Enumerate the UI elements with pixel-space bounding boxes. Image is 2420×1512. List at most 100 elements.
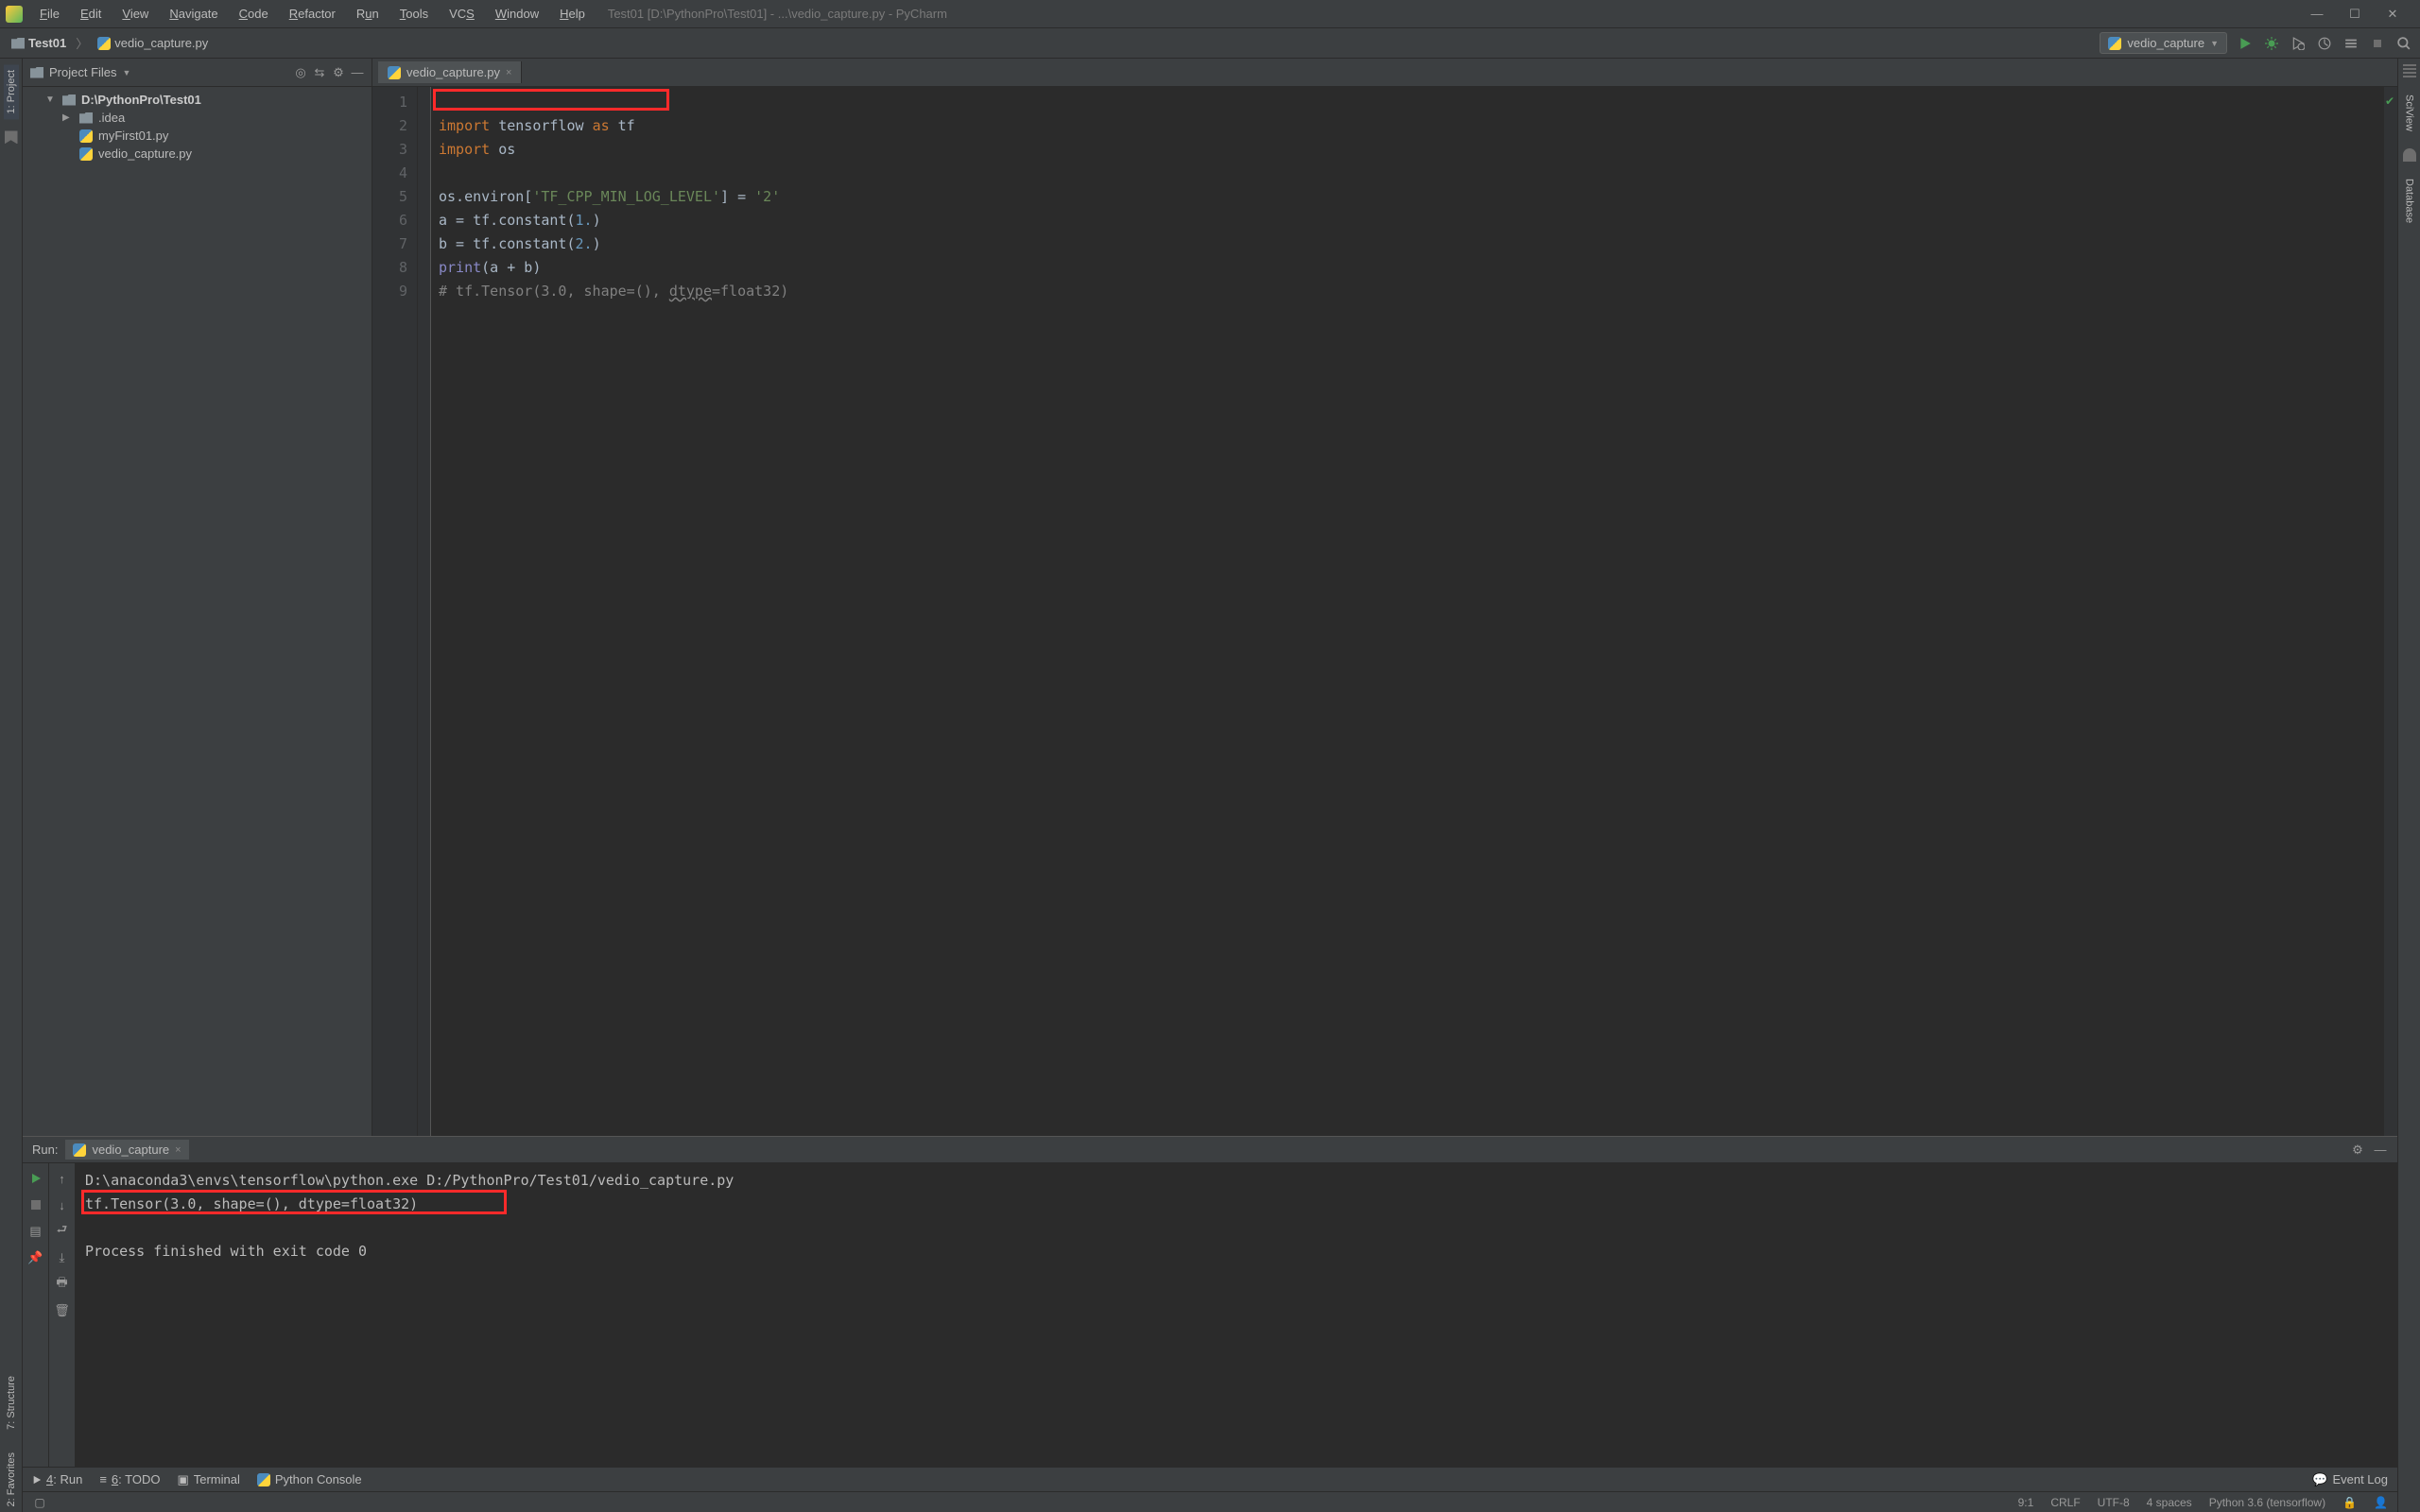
- menu-window[interactable]: Window: [486, 3, 548, 25]
- stop-button[interactable]: [2369, 35, 2386, 52]
- folder-icon: [11, 38, 25, 49]
- bookmark-icon[interactable]: [5, 130, 18, 144]
- line-number: 5: [372, 185, 407, 209]
- navbar: Test01 〉 vedio_capture.py vedio_capture …: [0, 28, 2420, 59]
- tool-todo-tab[interactable]: ≡ 6: TODO: [99, 1472, 160, 1486]
- menu-edit[interactable]: Edit: [71, 3, 111, 25]
- stop-button[interactable]: [28, 1197, 43, 1212]
- tool-database-tab[interactable]: Database: [2402, 173, 2417, 229]
- print-button[interactable]: 🖶: [55, 1277, 70, 1292]
- search-everywhere-button[interactable]: [2395, 35, 2412, 52]
- debug-button[interactable]: [2263, 35, 2280, 52]
- status-line-separator[interactable]: CRLF: [2050, 1496, 2080, 1509]
- tool-python-console-tab[interactable]: Python Console: [257, 1472, 362, 1486]
- close-button[interactable]: ✕: [2380, 7, 2405, 22]
- menu-help[interactable]: Help: [550, 3, 595, 25]
- down-button[interactable]: ↓: [55, 1197, 70, 1212]
- status-interpreter[interactable]: Python 3.6 (tensorflow): [2209, 1496, 2325, 1509]
- window-title: Test01 [D:\PythonPro\Test01] - ...\vedio…: [608, 7, 2303, 21]
- menu-view[interactable]: View: [112, 3, 158, 25]
- folder-icon: [79, 112, 93, 124]
- menu-file[interactable]: File: [30, 3, 69, 25]
- breadcrumb-file-label: vedio_capture.py: [114, 36, 208, 50]
- hide-icon[interactable]: —: [351, 66, 364, 79]
- menu-vcs[interactable]: VCS: [440, 3, 484, 25]
- run-config-selector[interactable]: vedio_capture ▼: [2100, 32, 2227, 54]
- hector-icon[interactable]: 👤: [2374, 1496, 2388, 1509]
- python-file-icon: [79, 129, 93, 143]
- gear-icon[interactable]: ⚙: [2350, 1143, 2365, 1158]
- gear-icon[interactable]: ⚙: [332, 66, 345, 79]
- lock-icon[interactable]: 🔒: [2342, 1496, 2357, 1509]
- python-file-icon: [2108, 37, 2121, 50]
- pin-button[interactable]: 📌: [28, 1250, 43, 1265]
- run-tab-label: vedio_capture: [92, 1143, 169, 1157]
- line-number: 4: [372, 162, 407, 185]
- menu-code[interactable]: Code: [230, 3, 278, 25]
- folder-icon: [62, 94, 76, 106]
- tree-file-myfirst[interactable]: myFirst01.py: [23, 127, 372, 145]
- run-tab[interactable]: vedio_capture ×: [65, 1140, 188, 1160]
- status-caret-pos[interactable]: 9:1: [2018, 1496, 2034, 1509]
- maximize-button[interactable]: ☐: [2342, 7, 2367, 22]
- right-tool-gutter: SciView Database: [2397, 59, 2420, 1512]
- python-file-icon: [257, 1473, 270, 1486]
- project-pane-header: Project Files ▼ ◎ ⇆ ⚙ —: [23, 59, 372, 87]
- database-icon[interactable]: [2403, 148, 2416, 162]
- project-pane: Project Files ▼ ◎ ⇆ ⚙ — ▼ D:\PythonPro\T…: [23, 59, 372, 1136]
- inspection-ok-icon: ✔: [2385, 94, 2394, 108]
- up-button[interactable]: ↑: [55, 1171, 70, 1186]
- python-file-icon: [97, 37, 111, 50]
- hide-icon[interactable]: —: [2373, 1143, 2388, 1158]
- tool-terminal-tab[interactable]: ▣ Terminal: [177, 1472, 239, 1487]
- close-tab-icon[interactable]: ×: [175, 1144, 181, 1156]
- scroll-to-end-button[interactable]: ⤓: [55, 1250, 70, 1265]
- minimize-button[interactable]: —: [2305, 7, 2329, 22]
- breadcrumb: Test01 〉 vedio_capture.py: [8, 34, 212, 52]
- fold-gutter: [418, 87, 431, 1136]
- tool-favorites-tab[interactable]: 2: Favorites: [4, 1447, 19, 1512]
- tool-structure-tab[interactable]: 7: Structure: [4, 1370, 19, 1435]
- profile-button[interactable]: [2316, 35, 2333, 52]
- tree-file-vediocapture[interactable]: vedio_capture.py: [23, 145, 372, 163]
- coverage-button[interactable]: [2290, 35, 2307, 52]
- status-encoding[interactable]: UTF-8: [2098, 1496, 2130, 1509]
- menu-run[interactable]: Run: [347, 3, 389, 25]
- clear-button[interactable]: 🗑: [55, 1303, 70, 1318]
- marker-strip: ✔: [2384, 87, 2397, 1136]
- menu-navigate[interactable]: Navigate: [160, 3, 227, 25]
- tree-folder-idea[interactable]: ▶ .idea: [23, 109, 372, 127]
- code-content[interactable]: import tensorflow as tf import os os.env…: [431, 87, 2384, 1136]
- breadcrumb-file[interactable]: vedio_capture.py: [94, 34, 212, 52]
- breadcrumb-project[interactable]: Test01: [8, 34, 70, 52]
- tool-project-tab[interactable]: 1: Project: [4, 64, 19, 119]
- line-number: 2: [372, 114, 407, 138]
- editor-tab-vediocapture[interactable]: vedio_capture.py ×: [378, 61, 522, 83]
- chevron-down-icon[interactable]: ▼: [123, 68, 131, 77]
- tree-root[interactable]: ▼ D:\PythonPro\Test01: [23, 91, 372, 109]
- line-number: 7: [372, 232, 407, 256]
- tool-sciview-tab[interactable]: SciView: [2402, 89, 2417, 137]
- rerun-button[interactable]: [28, 1171, 43, 1186]
- event-log-tab[interactable]: 💬 Event Log: [2312, 1472, 2388, 1487]
- line-number: 6: [372, 209, 407, 232]
- tool-run-tab[interactable]: 4: Run: [32, 1472, 82, 1486]
- editor-body[interactable]: 1 2 3 4 5 6 7 8 9 import tensorflow as t…: [372, 87, 2397, 1136]
- grid-icon[interactable]: [2403, 64, 2416, 77]
- run-console[interactable]: D:\anaconda3\envs\tensorflow\python.exe …: [76, 1163, 2397, 1467]
- soft-wrap-button[interactable]: ⮐: [55, 1224, 70, 1239]
- locate-icon[interactable]: ◎: [294, 66, 307, 79]
- layout-button[interactable]: ▤: [28, 1224, 43, 1239]
- expand-all-icon[interactable]: ⇆: [313, 66, 326, 79]
- status-indent[interactable]: 4 spaces: [2147, 1496, 2192, 1509]
- run-button[interactable]: [2237, 35, 2254, 52]
- attach-button[interactable]: [2342, 35, 2360, 52]
- window-controls: — ☐ ✕: [2305, 7, 2414, 22]
- tree-folder-label: .idea: [98, 111, 125, 125]
- tool-windows-icon[interactable]: ▢: [32, 1495, 47, 1510]
- menu-refactor[interactable]: Refactor: [280, 3, 345, 25]
- highlight-box-code: [433, 89, 669, 111]
- menu-tools[interactable]: Tools: [390, 3, 438, 25]
- close-tab-icon[interactable]: ×: [506, 67, 511, 78]
- chevron-down-icon: ▼: [45, 94, 57, 105]
